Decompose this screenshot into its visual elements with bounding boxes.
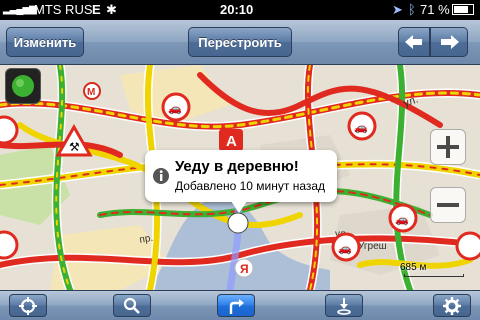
signal-icon: ▂▃▄▅▆: [3, 4, 37, 15]
accident-icon[interactable]: [0, 115, 19, 145]
info-icon: [153, 168, 169, 184]
accident-icon[interactable]: 🚗: [388, 203, 418, 233]
yandex-logo-letter: Я: [240, 262, 249, 276]
accident-icon[interactable]: 🚗: [161, 92, 191, 122]
location-arrow-icon: ➤: [392, 2, 403, 17]
bottom-toolbar: [0, 290, 480, 320]
my-location-button[interactable]: [9, 294, 47, 317]
map-scale-bar: [404, 274, 464, 277]
battery-level: [454, 6, 468, 13]
accident-icon[interactable]: [0, 230, 19, 260]
plus-icon: [437, 136, 459, 158]
callout-title: Уеду в деревню!: [175, 158, 299, 175]
route-button[interactable]: [217, 294, 255, 317]
route-icon: [229, 299, 244, 314]
next-button[interactable]: [430, 27, 468, 57]
svg-text:🚗: 🚗: [338, 242, 352, 255]
roadwork-glyph: ⚒: [69, 140, 80, 154]
minus-icon: [437, 203, 459, 207]
zoom-in-button[interactable]: [430, 129, 466, 165]
search-button[interactable]: [113, 294, 151, 317]
drop-pin-button[interactable]: [325, 294, 363, 317]
battery-icon: [452, 4, 474, 15]
street-label: Угреш: [358, 241, 387, 252]
settings-button[interactable]: [433, 294, 471, 317]
search-icon: [123, 297, 140, 314]
network-type: E: [92, 2, 101, 17]
accident-icon[interactable]: 🚗: [331, 232, 361, 262]
carrier-name: MTS RUS: [34, 2, 93, 17]
svg-text:🚗: 🚗: [395, 213, 409, 226]
callout-tail: [231, 201, 247, 213]
map-scale-label: 685 м: [400, 262, 427, 273]
arrow-left-icon: [405, 35, 422, 49]
user-location-marker[interactable]: [227, 212, 249, 234]
traffic-light-icon: [12, 75, 34, 97]
route-start-label: А: [226, 133, 237, 150]
rebuild-route-button[interactable]: Перестроить: [188, 27, 292, 57]
street-label: пр.: [139, 233, 154, 246]
svg-text:🚗: 🚗: [168, 102, 182, 115]
event-callout[interactable]: Уеду в деревню! Добавлено 10 минут назад: [145, 150, 337, 213]
pin-drop-icon: [337, 298, 351, 315]
battery-percent: 71 %: [420, 2, 450, 17]
traffic-toggle-button[interactable]: [5, 68, 41, 104]
nav-bar: Изменить Перестроить: [0, 20, 480, 65]
status-bar: ▂▃▄▅▆ MTS RUS E ✱ 20:10 ➤ ᛒ 71 %: [0, 0, 480, 20]
settings-icon: [443, 297, 461, 315]
callout-subtitle: Добавлено 10 минут назад: [175, 179, 326, 193]
zoom-out-button[interactable]: [430, 187, 466, 223]
accident-icon[interactable]: 🚗: [347, 111, 377, 141]
location-icon: [19, 297, 37, 315]
metro-label: М: [87, 87, 95, 98]
edit-button[interactable]: Изменить: [6, 27, 84, 57]
svg-text:🚗: 🚗: [354, 121, 368, 134]
bluetooth-icon: ᛒ: [408, 2, 416, 17]
arrow-right-icon: [441, 35, 459, 49]
status-time: 20:10: [220, 2, 254, 17]
activity-spinner-icon: ✱: [106, 2, 117, 17]
previous-button[interactable]: [398, 27, 430, 57]
accident-icon[interactable]: [455, 231, 480, 261]
